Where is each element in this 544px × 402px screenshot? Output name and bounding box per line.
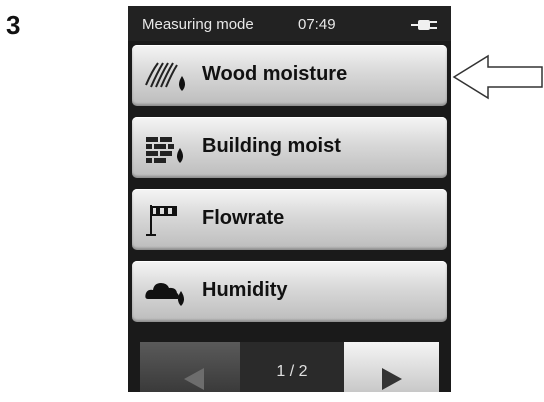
windsock-icon xyxy=(146,205,177,236)
arrow-left-icon xyxy=(184,368,204,390)
plug-icon xyxy=(411,20,437,30)
menu-item-flowrate[interactable]: Flowrate xyxy=(132,189,447,250)
brick-wall-drop-icon xyxy=(146,137,183,163)
step-number: 3 xyxy=(6,10,21,40)
menu-item-label: Flowrate xyxy=(202,207,285,229)
menu-item-humidity[interactable]: Humidity xyxy=(132,261,447,322)
status-title: Measuring mode xyxy=(142,16,254,33)
cloud-drop-icon xyxy=(145,283,184,306)
menu-item-wood-moisture[interactable]: Wood moisture xyxy=(132,45,447,106)
menu-item-building-moist[interactable]: Building moist xyxy=(132,117,447,178)
menu-item-label: Wood moisture xyxy=(202,63,348,85)
menu-item-label: Humidity xyxy=(202,279,288,301)
status-bar: Measuring mode 07:49 xyxy=(128,6,451,41)
previous-page-button[interactable] xyxy=(140,342,240,392)
page-indicator: 1 / 2 xyxy=(240,342,344,392)
next-page-button[interactable] xyxy=(344,342,439,392)
pager: 1 / 2 xyxy=(128,342,451,392)
arrow-right-icon xyxy=(382,368,402,390)
status-time: 07:49 xyxy=(298,16,336,33)
wood-grain-drop-icon xyxy=(145,62,185,91)
device-screen: Measuring mode 07:49 Wood moisture Build… xyxy=(128,6,451,392)
menu-item-label: Building moist xyxy=(202,135,341,157)
callout-arrow-icon xyxy=(452,54,543,100)
